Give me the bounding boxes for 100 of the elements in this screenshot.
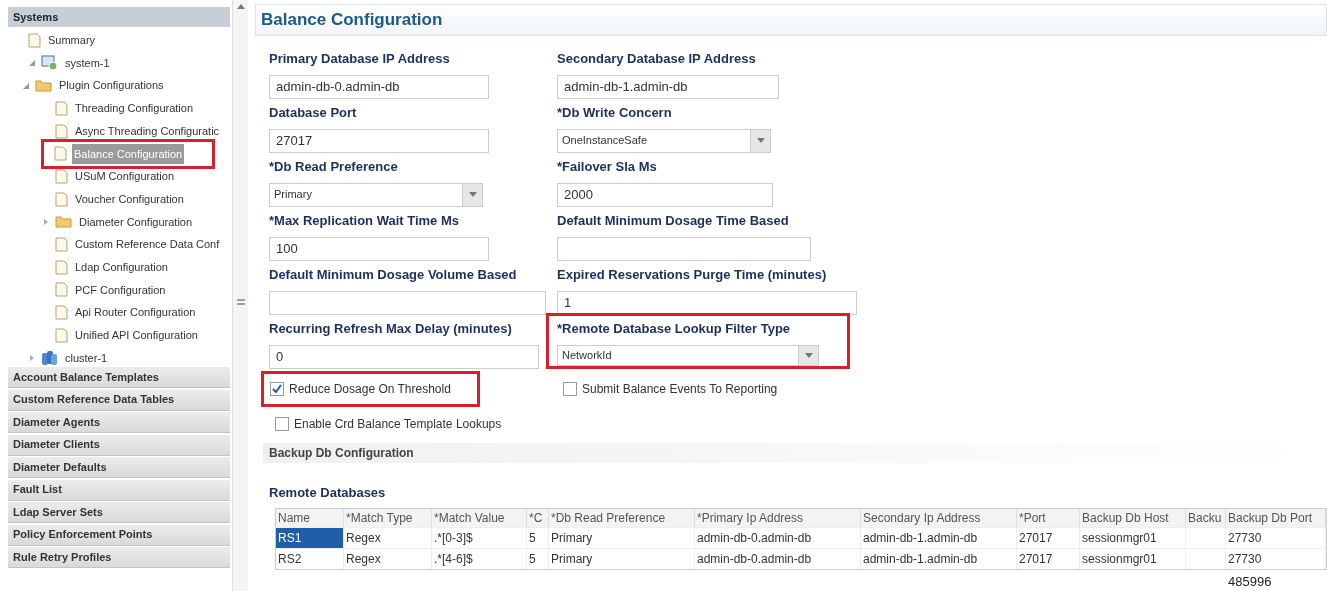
- table-cell: 5: [527, 527, 549, 548]
- input-field[interactable]: [557, 236, 811, 261]
- page-icon: [55, 305, 68, 321]
- table-title: Remote Databases: [269, 484, 387, 502]
- tree-item[interactable]: Summary: [46, 32, 98, 49]
- page-icon: [55, 191, 68, 207]
- tree-item[interactable]: Threading Configuration: [73, 100, 196, 117]
- table-cell: 27017: [1017, 527, 1080, 548]
- sidebar-section[interactable]: Rule Retry Profiles: [8, 547, 230, 568]
- field-label: Database Port: [269, 104, 358, 122]
- tree-item[interactable]: system-1: [63, 54, 112, 72]
- column-header[interactable]: Backup Db Port: [1226, 508, 1326, 527]
- table-cell: 5: [527, 548, 549, 569]
- panel-header: Balance Configuration: [255, 4, 1327, 36]
- sidebar-section[interactable]: Custom Reference Data Tables: [8, 389, 230, 411]
- tree-item[interactable]: Async Threading Configuratic: [73, 122, 222, 140]
- input-field[interactable]: [269, 290, 546, 315]
- tree-item[interactable]: Custom Reference Data Conf: [73, 236, 222, 253]
- column-header[interactable]: *Match Type: [344, 508, 432, 527]
- table-cell: Primary: [549, 548, 695, 569]
- input-field[interactable]: admin-db-0.admin-db: [269, 74, 489, 99]
- field-label: Default Minimum Dosage Time Based: [557, 212, 790, 230]
- tree-item[interactable]: Diameter Configuration: [77, 213, 195, 231]
- page-icon: [55, 168, 68, 184]
- caret-down-icon[interactable]: [804, 352, 813, 358]
- sidebar-section[interactable]: Account Balance Templates: [8, 367, 230, 388]
- column-header[interactable]: *C: [527, 508, 549, 527]
- dropdown-button[interactable]: [798, 345, 818, 365]
- field-label: Recurring Refresh Max Delay (minutes): [269, 320, 513, 338]
- sidebar-section[interactable]: Policy Enforcement Points: [8, 524, 230, 546]
- tree-item[interactable]: Plugin Configurations: [57, 77, 166, 94]
- input-field[interactable]: 27017: [269, 128, 489, 153]
- tree-item[interactable]: USuM Configuration: [73, 168, 177, 185]
- expanded-triangle-icon[interactable]: [22, 81, 30, 90]
- table-cell: 27017: [1017, 548, 1080, 569]
- sidebar-header[interactable]: Systems: [8, 7, 230, 27]
- column-header[interactable]: Backu: [1186, 508, 1226, 527]
- column-header[interactable]: *Db Read Preference: [549, 508, 695, 527]
- tree-item[interactable]: cluster-1: [63, 349, 110, 367]
- caret-down-icon[interactable]: [468, 192, 477, 197]
- tree-item[interactable]: Voucher Configuration: [73, 190, 186, 208]
- column-header[interactable]: *Primary Ip Address: [695, 508, 861, 527]
- input-field[interactable]: 100: [269, 236, 489, 261]
- dropdown-button[interactable]: [462, 183, 482, 206]
- field-label: Primary Database IP Address: [269, 50, 451, 68]
- field-label: *Db Read Preference: [269, 158, 399, 176]
- page-icon: [55, 327, 68, 343]
- sidebar-section[interactable]: Ldap Server Sets: [8, 502, 230, 523]
- scroll-up-icon[interactable]: [236, 4, 245, 9]
- tree-item[interactable]: PCF Configuration: [73, 281, 168, 299]
- tree-item[interactable]: Ldap Configuration: [73, 258, 170, 276]
- collapsed-triangle-icon[interactable]: [42, 217, 50, 226]
- page-icon: [54, 146, 67, 162]
- sidebar-section[interactable]: Diameter Clients: [8, 434, 230, 456]
- page-icon: [55, 259, 68, 275]
- grip-icon[interactable]: [236, 299, 245, 305]
- column-header[interactable]: *Port: [1017, 508, 1080, 527]
- dropdown-field[interactable]: OneInstanceSafe: [557, 128, 771, 153]
- column-header[interactable]: *Match Value: [432, 508, 527, 527]
- sidebar-section[interactable]: Fault List: [8, 479, 230, 501]
- table-cell: 27730: [1226, 548, 1326, 569]
- figure-number: 485996: [1228, 572, 1273, 591]
- checkmark-icon: [272, 384, 282, 393]
- field-label: Secondary Database IP Address: [557, 50, 757, 68]
- table-cell: admin-db-1.admin-db: [861, 548, 1017, 569]
- table-cell: .*[0-3]$: [432, 527, 527, 548]
- tree-item[interactable]: Unified API Configuration: [73, 327, 200, 344]
- column-header[interactable]: Backup Db Host: [1080, 508, 1186, 527]
- checkbox[interactable]: Enable Crd Balance Template Lookups: [275, 414, 502, 433]
- dropdown-field[interactable]: NetworkId: [557, 344, 819, 366]
- checkbox[interactable]: Submit Balance Events To Reporting: [563, 379, 778, 398]
- input-field[interactable]: 1: [557, 290, 857, 315]
- input-field[interactable]: 0: [269, 344, 539, 369]
- tree-item[interactable]: Api Router Configuration: [73, 304, 198, 321]
- table-cell: Primary: [549, 527, 695, 548]
- column-header[interactable]: Secondary Ip Address: [861, 508, 1017, 527]
- field-label: *Failover Sla Ms: [557, 158, 658, 176]
- checkbox[interactable]: Reduce Dosage On Threshold: [261, 370, 480, 407]
- dropdown-field[interactable]: Primary: [269, 182, 483, 207]
- collapsed-triangle-icon[interactable]: [28, 353, 36, 362]
- scrollbar[interactable]: [232, 0, 248, 591]
- dropdown-button[interactable]: [750, 129, 770, 152]
- column-header[interactable]: Name: [276, 508, 344, 527]
- sidebar-section[interactable]: Diameter Agents: [8, 412, 230, 433]
- input-field[interactable]: admin-db-1.admin-db: [557, 74, 779, 99]
- input-field[interactable]: 2000: [557, 182, 773, 207]
- table-cell: RS1: [276, 527, 344, 548]
- page-icon: [28, 32, 41, 48]
- table-cell: sessionmgr01: [1080, 527, 1186, 548]
- caret-down-icon[interactable]: [756, 138, 765, 143]
- sidebar-section[interactable]: Diameter Defaults: [8, 457, 230, 478]
- table-cell: admin-db-0.admin-db: [695, 548, 861, 569]
- folder-icon: [35, 79, 52, 93]
- field-label: *Max Replication Wait Time Ms: [269, 212, 460, 230]
- expanded-triangle-icon[interactable]: [28, 59, 36, 68]
- folder-icon: [55, 215, 72, 229]
- cluster-icon: [41, 349, 58, 366]
- computer-icon: [41, 55, 58, 72]
- table-cell: Regex: [344, 527, 432, 548]
- page-icon: [55, 100, 68, 116]
